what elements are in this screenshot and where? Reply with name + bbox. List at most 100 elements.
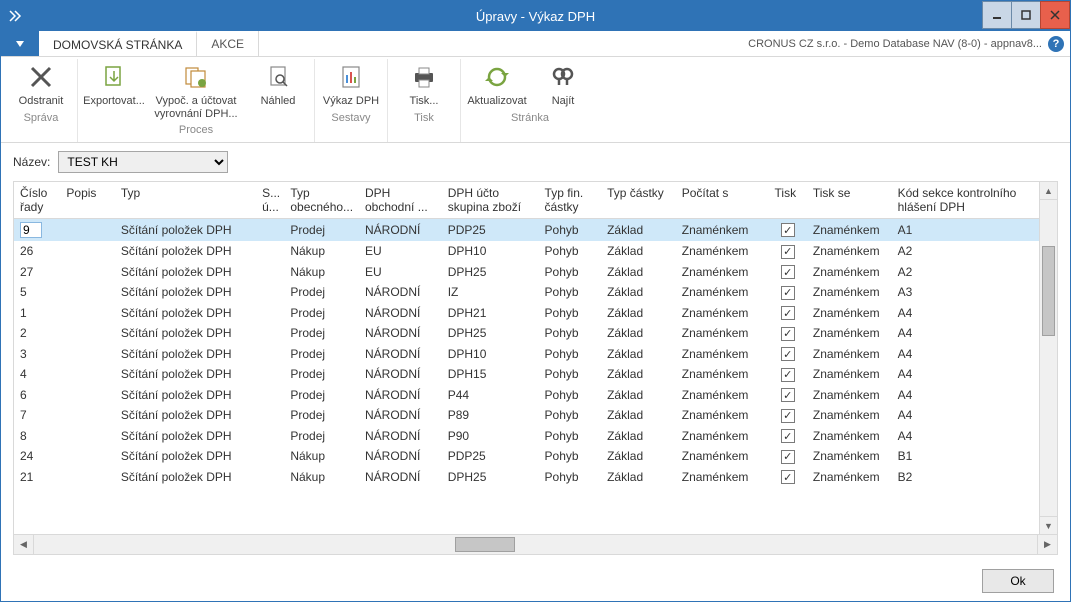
cell-printw[interactable]: Znaménkem [807, 323, 892, 344]
cell-print[interactable] [769, 282, 807, 303]
cell-kh[interactable]: A4 [892, 344, 1039, 365]
calc-post-button[interactable]: Vypoč. a účtovat vyrovnání DPH... [148, 59, 244, 122]
cell-calc[interactable]: Znaménkem [676, 385, 769, 406]
cell-printw[interactable]: Znaménkem [807, 282, 892, 303]
refresh-button[interactable]: Aktualizovat [465, 59, 529, 110]
cell-bus[interactable]: NÁRODNÍ [359, 405, 442, 426]
cell-bus[interactable]: EU [359, 262, 442, 283]
horizontal-scroll-thumb[interactable] [455, 537, 515, 552]
cell-kh[interactable]: A4 [892, 385, 1039, 406]
scroll-down-icon[interactable]: ▼ [1040, 516, 1057, 534]
cell-row-no[interactable]: 26 [14, 241, 60, 262]
cell-calc[interactable]: Znaménkem [676, 405, 769, 426]
cell-kh[interactable]: A2 [892, 262, 1039, 283]
cell-print[interactable] [769, 241, 807, 262]
cell-printw[interactable]: Znaménkem [807, 446, 892, 467]
table-row[interactable]: 27Sčítání položek DPHNákupEUDPH25PohybZá… [14, 262, 1039, 283]
cell-bus[interactable]: NÁRODNÍ [359, 364, 442, 385]
table-row[interactable]: 3Sčítání položek DPHProdejNÁRODNÍDPH10Po… [14, 344, 1039, 365]
cell-su[interactable] [256, 364, 284, 385]
cell-typ[interactable]: Sčítání položek DPH [115, 385, 256, 406]
cell-typ[interactable]: Sčítání položek DPH [115, 364, 256, 385]
cell-su[interactable] [256, 282, 284, 303]
print-checkbox[interactable] [781, 429, 795, 443]
cell-print[interactable] [769, 323, 807, 344]
table-row[interactable]: 6Sčítání položek DPHProdejNÁRODNÍP44Pohy… [14, 385, 1039, 406]
print-checkbox[interactable] [781, 470, 795, 484]
cell-amt[interactable]: Základ [601, 303, 676, 324]
cell-print[interactable] [769, 385, 807, 406]
cell-typ[interactable]: Sčítání položek DPH [115, 282, 256, 303]
export-button[interactable]: Exportovat... [82, 59, 146, 122]
col-typ-obec[interactable]: Typ obecného... [284, 182, 359, 219]
find-button[interactable]: Najít [531, 59, 595, 110]
print-checkbox[interactable] [781, 388, 795, 402]
close-button[interactable] [1040, 1, 1070, 29]
cell-row-no[interactable]: 8 [14, 426, 60, 447]
table-row[interactable]: 1Sčítání položek DPHProdejNÁRODNÍDPH21Po… [14, 303, 1039, 324]
cell-kh[interactable]: A4 [892, 426, 1039, 447]
delete-button[interactable]: Odstranit [9, 59, 73, 110]
cell-gen[interactable]: Nákup [284, 446, 359, 467]
cell-typ[interactable]: Sčítání položek DPH [115, 446, 256, 467]
cell-prod[interactable]: DPH25 [442, 467, 539, 488]
print-checkbox[interactable] [781, 450, 795, 464]
cell-kh[interactable]: B1 [892, 446, 1039, 467]
col-kod[interactable]: Kód sekce kontrolního hlášení DPH [892, 182, 1039, 219]
cell-gen[interactable]: Prodej [284, 282, 359, 303]
cell-gen[interactable]: Prodej [284, 385, 359, 406]
cell-fin[interactable]: Pohyb [539, 241, 602, 262]
col-dph-ucto[interactable]: DPH účto skupina zboží [442, 182, 539, 219]
cell-row-no[interactable]: 6 [14, 385, 60, 406]
cell-gen[interactable]: Prodej [284, 364, 359, 385]
cell-su[interactable] [256, 405, 284, 426]
cell-su[interactable] [256, 303, 284, 324]
col-pocitat[interactable]: Počítat s [676, 182, 769, 219]
print-checkbox[interactable] [781, 368, 795, 382]
print-checkbox[interactable] [781, 286, 795, 300]
vat-report-button[interactable]: Výkaz DPH [319, 59, 383, 110]
table-row[interactable]: 21Sčítání položek DPHNákupNÁRODNÍDPH25Po… [14, 467, 1039, 488]
table-row[interactable]: 26Sčítání položek DPHNákupEUDPH10PohybZá… [14, 241, 1039, 262]
vertical-scroll-thumb[interactable] [1042, 246, 1055, 336]
print-checkbox[interactable] [781, 245, 795, 259]
cell-gen[interactable]: Prodej [284, 426, 359, 447]
cell-fin[interactable]: Pohyb [539, 467, 602, 488]
cell-print[interactable] [769, 344, 807, 365]
horizontal-scrollbar[interactable]: ◀ ▶ [14, 534, 1057, 554]
cell-gen[interactable]: Prodej [284, 405, 359, 426]
cell-print[interactable] [769, 446, 807, 467]
cell-popis[interactable] [60, 385, 114, 406]
cell-prod[interactable]: DPH25 [442, 262, 539, 283]
cell-kh[interactable]: A4 [892, 364, 1039, 385]
cell-fin[interactable]: Pohyb [539, 262, 602, 283]
cell-amt[interactable]: Základ [601, 405, 676, 426]
cell-bus[interactable]: NÁRODNÍ [359, 344, 442, 365]
cell-calc[interactable]: Znaménkem [676, 219, 769, 242]
scroll-left-icon[interactable]: ◀ [14, 535, 34, 554]
print-checkbox[interactable] [781, 327, 795, 341]
table-row[interactable]: 4Sčítání položek DPHProdejNÁRODNÍDPH15Po… [14, 364, 1039, 385]
cell-prod[interactable]: P89 [442, 405, 539, 426]
ok-button[interactable]: Ok [982, 569, 1054, 593]
cell-kh[interactable]: A4 [892, 303, 1039, 324]
minimize-button[interactable] [982, 1, 1012, 29]
col-tisk-se[interactable]: Tisk se [807, 182, 892, 219]
cell-printw[interactable]: Znaménkem [807, 262, 892, 283]
cell-typ[interactable]: Sčítání položek DPH [115, 241, 256, 262]
cell-printw[interactable]: Znaménkem [807, 467, 892, 488]
cell-su[interactable] [256, 426, 284, 447]
cell-calc[interactable]: Znaménkem [676, 303, 769, 324]
cell-popis[interactable] [60, 282, 114, 303]
col-popis[interactable]: Popis [60, 182, 114, 219]
cell-prod[interactable]: P44 [442, 385, 539, 406]
print-button[interactable]: Tisk... [392, 59, 456, 110]
cell-printw[interactable]: Znaménkem [807, 385, 892, 406]
cell-calc[interactable]: Znaménkem [676, 467, 769, 488]
cell-bus[interactable]: NÁRODNÍ [359, 219, 442, 242]
cell-amt[interactable]: Základ [601, 426, 676, 447]
cell-row-no[interactable]: 2 [14, 323, 60, 344]
cell-fin[interactable]: Pohyb [539, 219, 602, 242]
cell-su[interactable] [256, 241, 284, 262]
name-select[interactable]: TEST KH [58, 151, 228, 173]
